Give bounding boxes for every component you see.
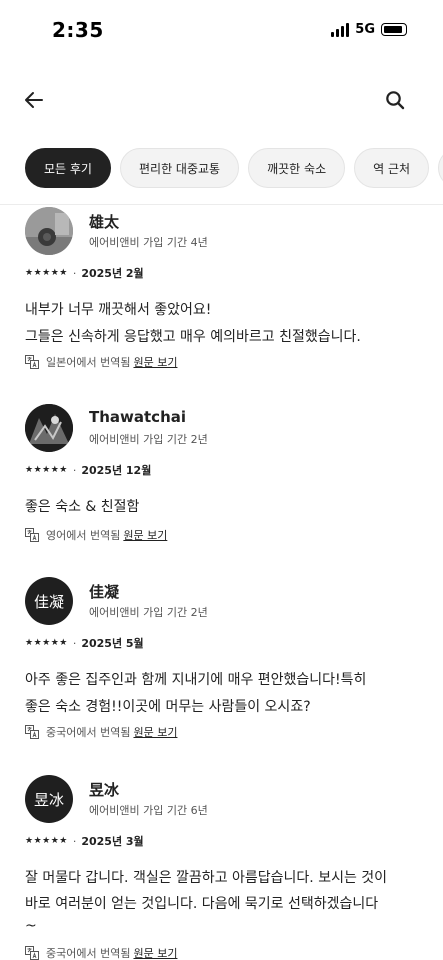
translation-note: 영어에서 번역됨 원문 보기 (25, 527, 167, 543)
view-original-link[interactable]: 원문 보기 (123, 527, 167, 543)
status-indicators: 5G (331, 22, 407, 37)
profile-photo-icon (25, 404, 73, 452)
rating-row: ★★★★★ · 2025년 5월 (25, 635, 144, 651)
status-bar: 2:35 5G (0, 0, 443, 60)
translate-icon (25, 528, 39, 542)
translated-from: 중국어에서 번역됨 (46, 947, 131, 960)
review-line: 잘 머물다 갑니다. 객실은 깔끔하고 아름답습니다. 보시는 것이 (25, 870, 388, 886)
separator-dot: · (72, 834, 77, 848)
review-item: Thawatchai 에어비앤비 가입 기간 2년 ★★★★★ · 2025년 … (25, 404, 425, 542)
filter-chips: 모든 후기 편리한 대중교통 깨끗한 숙소 역 근처 신속 (0, 148, 443, 188)
review-text: 잘 머물다 갑니다. 객실은 깔끔하고 아름답습니다. 보시는 것이 바로 여러… (25, 865, 425, 935)
review-line: 바로 여러분이 얻는 것입니다. 다음에 묵기로 선택하겠습니다 (25, 896, 379, 912)
filter-chip-all-reviews[interactable]: 모든 후기 (25, 148, 111, 188)
translation-note: 중국어에서 번역됨 원문 보기 (25, 945, 177, 960)
star-rating: ★★★★★ (25, 836, 68, 846)
network-label: 5G (355, 22, 375, 37)
review-text: 좋은 숙소 & 친절함 (25, 494, 425, 521)
view-original-link[interactable]: 원문 보기 (133, 354, 177, 370)
avatar[interactable] (25, 404, 73, 452)
review-line: 내부가 너무 깨끗해서 좋았어요! (25, 302, 212, 318)
avatar[interactable]: 昱冰 (25, 775, 73, 823)
star-rating: ★★★★★ (25, 638, 68, 648)
view-original-link[interactable]: 원문 보기 (133, 945, 177, 960)
reviewer-name[interactable]: 雄太 (89, 211, 119, 232)
search-button[interactable] (381, 86, 409, 114)
battery-icon (381, 23, 407, 36)
filter-chip-clean[interactable]: 깨끗한 숙소 (248, 148, 346, 188)
divider (0, 204, 443, 205)
rating-row: ★★★★★ · 2025년 2월 (25, 265, 144, 281)
translated-from: 중국어에서 번역됨 (46, 726, 131, 739)
review-text: 아주 좋은 집주인과 함께 지내기에 매우 편안했습니다!특히 좋은 숙소 경험… (25, 667, 425, 721)
separator-dot: · (72, 266, 77, 280)
filter-chip-responsive[interactable]: 신속 (438, 148, 443, 188)
rating-row: ★★★★★ · 2025년 3월 (25, 833, 144, 849)
reviewer-name[interactable]: 昱冰 (89, 779, 119, 800)
review-line: 아주 좋은 집주인과 함께 지내기에 매우 편안했습니다!특히 (25, 672, 367, 688)
member-duration: 에어비앤비 가입 기간 2년 (89, 433, 208, 446)
review-line: ~ (25, 918, 37, 934)
translate-icon (25, 946, 39, 960)
member-duration: 에어비앤비 가입 기간 6년 (89, 804, 208, 817)
review-date: 2025년 12월 (81, 464, 152, 477)
separator-dot: · (72, 636, 77, 650)
translated-from: 영어에서 번역됨 (46, 529, 121, 542)
translate-icon (25, 725, 39, 739)
search-icon (386, 91, 405, 110)
member-duration: 에어비앤비 가입 기간 2년 (89, 606, 208, 619)
translated-from: 일본어에서 번역됨 (46, 356, 131, 369)
review-text: 내부가 너무 깨끗해서 좋았어요! 그들은 신속하게 응답했고 매우 예의바르고… (25, 297, 425, 351)
review-line: 그들은 신속하게 응답했고 매우 예의바르고 친절했습니다. (25, 329, 361, 345)
rating-row: ★★★★★ · 2025년 12월 (25, 462, 151, 478)
view-original-link[interactable]: 원문 보기 (133, 724, 177, 740)
reviewer-name[interactable]: Thawatchai (89, 408, 186, 426)
review-item: 佳凝 佳凝 에어비앤비 가입 기간 2년 ★★★★★ · 2025년 5월 아주… (25, 577, 425, 739)
review-line: 좋은 숙소 & 친절함 (25, 499, 140, 515)
star-rating: ★★★★★ (25, 465, 68, 475)
top-nav (0, 80, 443, 120)
translation-note: 중국어에서 번역됨 원문 보기 (25, 724, 177, 740)
reviewer-name[interactable]: 佳凝 (89, 581, 119, 602)
review-date: 2025년 2월 (81, 267, 144, 280)
separator-dot: · (72, 463, 77, 477)
status-time: 2:35 (52, 18, 104, 42)
star-rating: ★★★★★ (25, 268, 68, 278)
profile-photo-icon (25, 207, 73, 255)
translate-icon (25, 355, 39, 369)
filter-chip-public-transit[interactable]: 편리한 대중교통 (119, 148, 240, 188)
review-line: 좋은 숙소 경험!!이곳에 머무는 사람들이 오시죠? (25, 699, 311, 715)
review-date: 2025년 5월 (81, 637, 144, 650)
arrow-left-icon (25, 92, 43, 108)
review-date: 2025년 3월 (81, 835, 144, 848)
signal-icon (331, 22, 350, 37)
avatar[interactable]: 佳凝 (25, 577, 73, 625)
avatar[interactable] (25, 207, 73, 255)
review-item: 昱冰 昱冰 에어비앤비 가입 기간 6년 ★★★★★ · 2025년 3월 잘 … (25, 775, 425, 960)
translation-note: 일본어에서 번역됨 원문 보기 (25, 354, 177, 370)
filter-chip-near-station[interactable]: 역 근처 (354, 148, 430, 188)
back-button[interactable] (20, 86, 48, 114)
review-item: 雄太 에어비앤비 가입 기간 4년 ★★★★★ · 2025년 2월 내부가 너… (25, 207, 425, 369)
member-duration: 에어비앤비 가입 기간 4년 (89, 236, 208, 249)
